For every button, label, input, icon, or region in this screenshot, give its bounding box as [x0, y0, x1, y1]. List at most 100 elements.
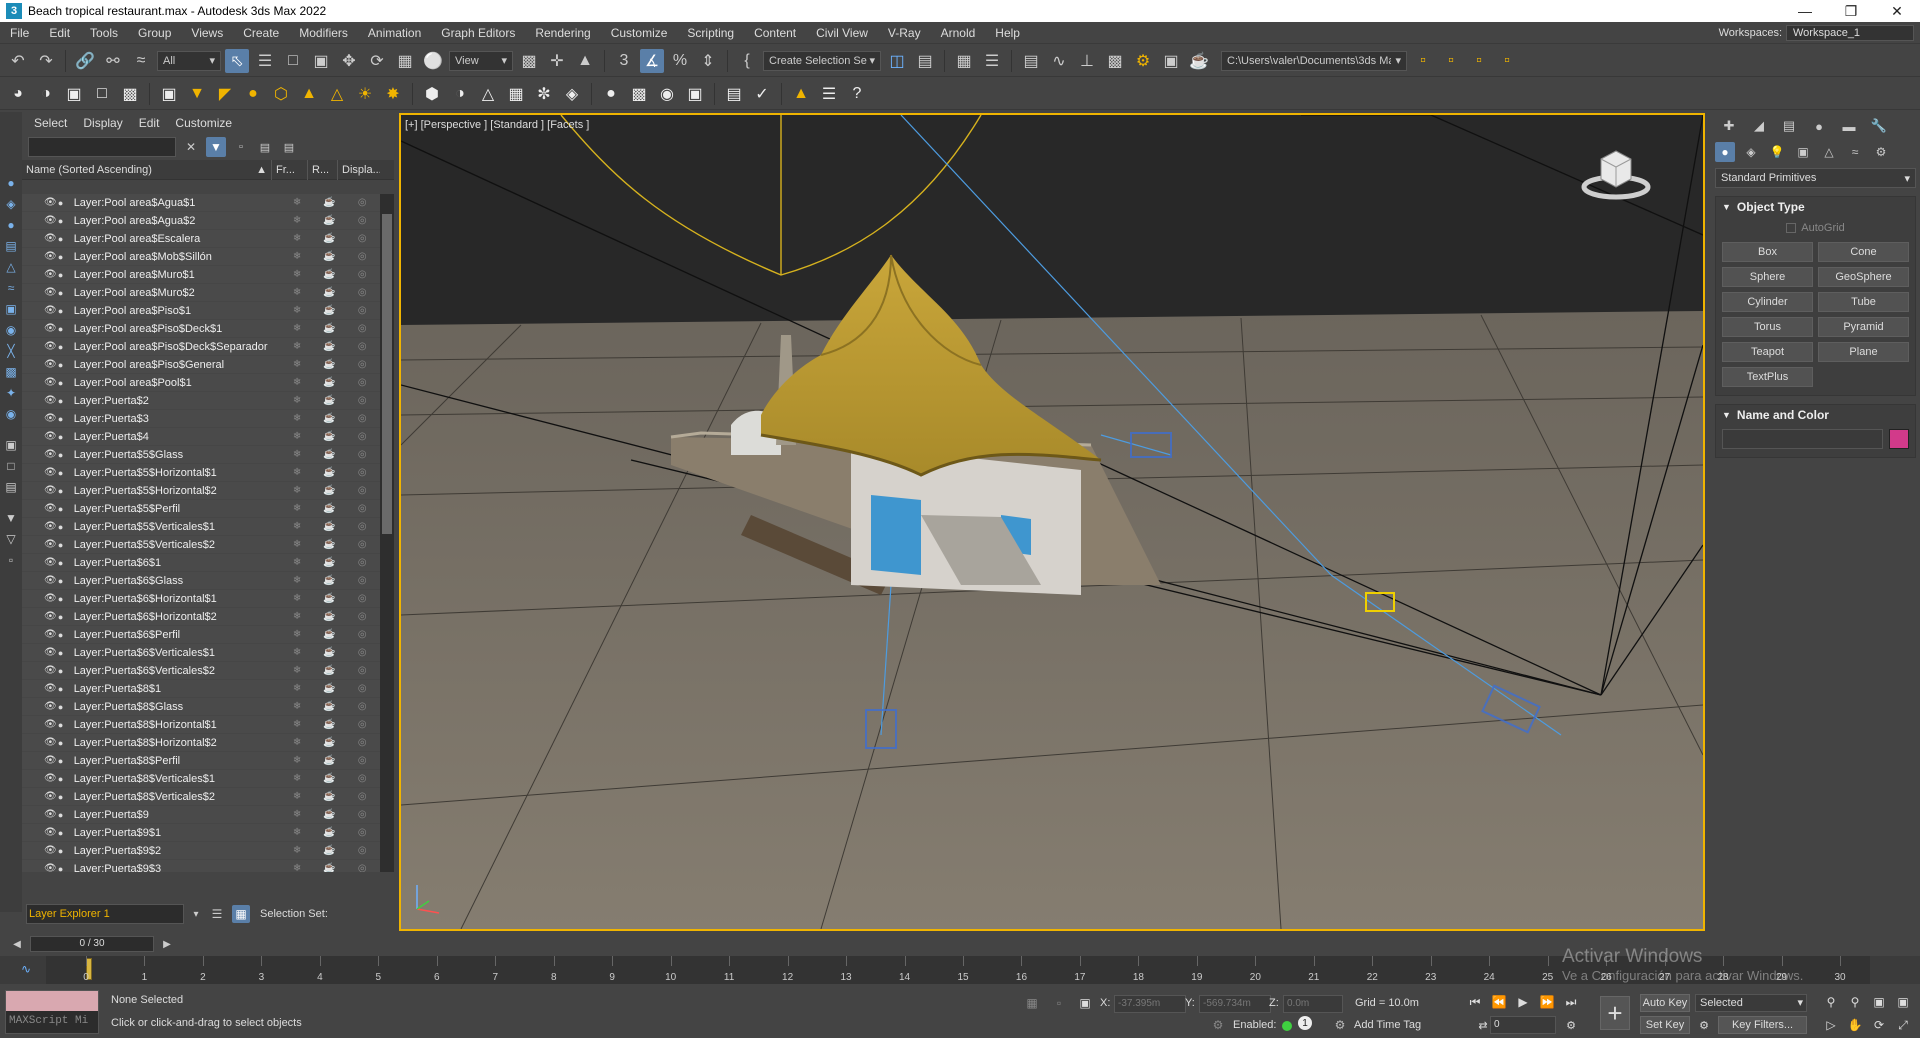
frozen-icon[interactable]: ❄	[279, 359, 315, 370]
menu-content[interactable]: Content	[744, 22, 806, 44]
frozen-icon[interactable]: ❄	[279, 863, 315, 872]
display-mode-icon[interactable]: ◎	[344, 593, 380, 604]
zoom-icon[interactable]: ⚲	[1822, 993, 1840, 1011]
maximize-viewport-icon[interactable]: ⤢	[1894, 1016, 1912, 1034]
display-mode-icon[interactable]: ◎	[344, 521, 380, 532]
visibility-dot-icon[interactable]: ●	[58, 846, 70, 856]
teapot-icon[interactable]: ◕	[6, 82, 30, 106]
render-view-icon[interactable]: ▣	[62, 82, 86, 106]
display-mode-icon[interactable]: ◎	[344, 845, 380, 856]
hierarchy-icon[interactable]: ▤	[256, 138, 274, 156]
eye-icon[interactable]: 👁	[44, 359, 58, 370]
visibility-dot-icon[interactable]: ●	[58, 648, 70, 658]
list-item[interactable]: 👁 ● Layer:Puerta$9 ❄ ☕ ◎	[22, 806, 380, 824]
eye-icon[interactable]: 👁	[44, 215, 58, 226]
visibility-dot-icon[interactable]: ●	[58, 630, 70, 640]
filter-icon[interactable]: ▼	[206, 137, 226, 157]
frozen-icon[interactable]: ❄	[279, 521, 315, 532]
eye-icon[interactable]: 👁	[44, 503, 58, 514]
box-button[interactable]: Box	[1722, 242, 1813, 262]
menu-help[interactable]: Help	[985, 22, 1030, 44]
select-object-icon[interactable]: ⬁	[225, 48, 249, 73]
display-invert-icon[interactable]: □	[2, 457, 20, 475]
restore-icon[interactable]: ❐	[1828, 0, 1874, 22]
create-tab-icon[interactable]: ✚	[1719, 116, 1739, 136]
renderable-icon[interactable]: ☕	[315, 215, 345, 226]
plane-icon[interactable]: ▦	[504, 82, 528, 106]
visibility-dot-icon[interactable]: ●	[58, 252, 70, 262]
renderable-icon[interactable]: ☕	[315, 449, 345, 460]
viewport-label[interactable]: [+] [Perspective ] [Standard ] [Facets ]	[405, 119, 589, 131]
visibility-dot-icon[interactable]: ●	[58, 360, 70, 370]
chevron-down-icon[interactable]: ▾	[190, 906, 202, 922]
frozen-icon[interactable]: ❄	[279, 485, 315, 496]
sun-icon[interactable]: ☀	[353, 82, 377, 106]
renderable-icon[interactable]: ☕	[315, 233, 345, 244]
undo-icon[interactable]: ↶	[6, 49, 30, 73]
ies-light-icon[interactable]: △	[325, 82, 349, 106]
display-mode-icon[interactable]: ◎	[344, 269, 380, 280]
eye-icon[interactable]: 👁	[44, 629, 58, 640]
help-icon[interactable]: ?	[845, 82, 869, 106]
spinner-snap-icon[interactable]: ⇕	[696, 49, 720, 73]
frozen-icon[interactable]: ❄	[279, 701, 315, 712]
rect-selection-icon[interactable]: □	[281, 49, 305, 73]
redo-icon[interactable]: ↷	[34, 49, 58, 73]
eye-icon[interactable]: 👁	[44, 323, 58, 334]
object-type-header[interactable]: ▼ Object Type	[1716, 197, 1915, 217]
hierarchy-tab-icon[interactable]: ▤	[1779, 116, 1799, 136]
eye-icon[interactable]: 👁	[44, 827, 58, 838]
eye-icon[interactable]: 👁	[44, 683, 58, 694]
column-renderable[interactable]: R...	[308, 159, 338, 180]
isolate-icon[interactable]: ▦	[1023, 994, 1041, 1012]
minimize-icon[interactable]: —	[1782, 0, 1828, 22]
eye-icon[interactable]: 👁	[44, 539, 58, 550]
display-mode-icon[interactable]: ◎	[344, 413, 380, 424]
list-item[interactable]: 👁 ● Layer:Puerta$6$1 ❄ ☕ ◎	[22, 554, 380, 572]
material-library-icon[interactable]: ▣	[683, 82, 707, 106]
lock-icon[interactable]: ▫	[232, 138, 250, 156]
grass-icon[interactable]: ✼	[532, 82, 556, 106]
visibility-dot-icon[interactable]: ●	[58, 504, 70, 514]
scene-explorer-list[interactable]: 👁 ● Layer:Pool area$Agua$1 ❄ ☕ ◎ 👁 ● Layer:Pool …	[22, 194, 380, 872]
renderable-icon[interactable]: ☕	[315, 665, 345, 676]
project-open-icon[interactable]: ▫	[1467, 49, 1491, 73]
renderable-icon[interactable]: ☕	[315, 683, 345, 694]
key-filters-button[interactable]: Key Filters...	[1718, 1016, 1807, 1034]
list-item[interactable]: 👁 ● Layer:Puerta$4 ❄ ☕ ◎	[22, 428, 380, 446]
eye-icon[interactable]: 👁	[44, 557, 58, 568]
display-mode-icon[interactable]: ◎	[344, 197, 380, 208]
project-folder-icon[interactable]: ▫	[1411, 49, 1435, 73]
visibility-dot-icon[interactable]: ●	[58, 756, 70, 766]
chevron-left-icon[interactable]: ◀	[10, 936, 24, 952]
spacewarps-icon[interactable]: ≈	[1845, 142, 1865, 162]
eye-icon[interactable]: 👁	[44, 485, 58, 496]
set-key-big-icon[interactable]: +	[1600, 996, 1630, 1030]
frozen-icon[interactable]: ❄	[279, 611, 315, 622]
orbit-icon[interactable]: ⟳	[1870, 1016, 1888, 1034]
frozen-icon[interactable]: ❄	[279, 269, 315, 280]
renderable-icon[interactable]: ☕	[315, 341, 345, 352]
selection-set-dropdown[interactable]: Create Selection Se ▾	[763, 50, 881, 71]
angle-snap-icon[interactable]: ∡	[640, 48, 664, 73]
list-item[interactable]: 👁 ● Layer:Puerta$9$3 ❄ ☕ ◎	[22, 860, 380, 873]
menu-civil-view[interactable]: Civil View	[806, 22, 878, 44]
display-shapes-icon[interactable]: ◈	[2, 195, 20, 213]
eye-icon[interactable]: 👁	[44, 413, 58, 424]
scene-explorer-icon[interactable]: ▦	[952, 49, 976, 73]
menu-scripting[interactable]: Scripting	[677, 22, 744, 44]
visibility-dot-icon[interactable]: ●	[58, 486, 70, 496]
se-menu-edit[interactable]: Edit	[139, 116, 160, 130]
geometry-icon[interactable]: ●	[1715, 142, 1735, 162]
display-mode-icon[interactable]: ◎	[344, 359, 380, 370]
eye-icon[interactable]: 👁	[44, 341, 58, 352]
eye-icon[interactable]: 👁	[44, 701, 58, 712]
renderable-icon[interactable]: ☕	[315, 251, 345, 262]
list-item[interactable]: 👁 ● Layer:Pool area$Piso$1 ❄ ☕ ◎	[22, 302, 380, 320]
funnel-icon[interactable]: ▼	[2, 509, 20, 527]
display-mode-icon[interactable]: ◎	[344, 215, 380, 226]
list-item[interactable]: 👁 ● Layer:Puerta$6$Glass ❄ ☕ ◎	[22, 572, 380, 590]
decal-icon[interactable]: ◈	[560, 82, 584, 106]
display-tab-icon[interactable]: ▬	[1839, 116, 1859, 136]
renderable-icon[interactable]: ☕	[315, 557, 345, 568]
